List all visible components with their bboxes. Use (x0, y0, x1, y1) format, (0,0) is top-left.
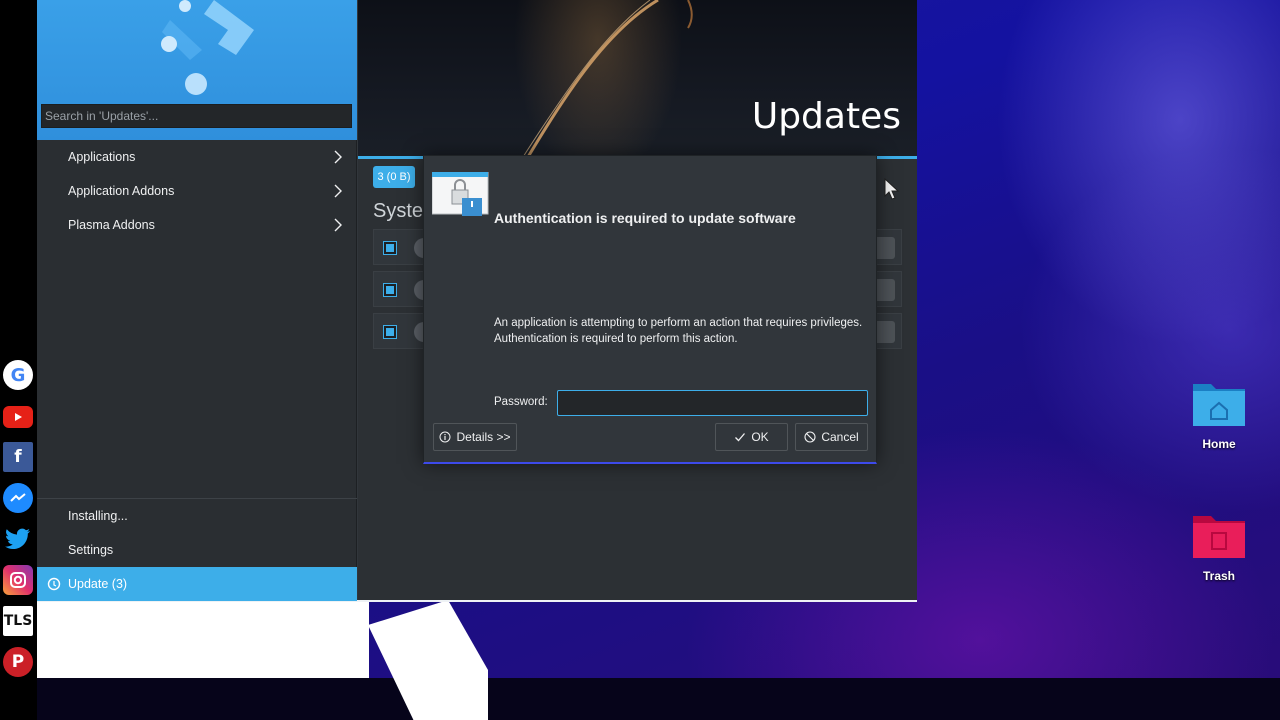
update-checkbox[interactable] (383, 325, 397, 339)
auth-dialog: Authentication is required to update sof… (423, 155, 877, 464)
desktop-icon-label: Trash (1202, 569, 1235, 583)
sidebar-item-label: Application Addons (68, 184, 175, 198)
page-title: Updates (751, 96, 901, 137)
twitter-icon[interactable] (3, 524, 33, 554)
cancel-button-label: Cancel (821, 430, 859, 444)
sidebar: Search in 'Updates'... Applications Appl… (37, 0, 357, 601)
password-field[interactable] (557, 390, 868, 416)
discover-logo-icon (161, 0, 254, 95)
mouse-cursor-icon (884, 178, 900, 200)
cancel-button[interactable]: Cancel (795, 423, 868, 451)
sidebar-item-label: Applications (68, 150, 136, 164)
desktop-icon-home[interactable]: Home (1179, 378, 1259, 451)
ok-button-label: OK (751, 430, 769, 444)
password-label: Password: (494, 396, 548, 408)
lock-icon (432, 172, 489, 216)
sidebar-item-settings[interactable]: Settings (37, 533, 357, 567)
chevron-right-icon (334, 184, 342, 198)
update-size-badge: 3 (0 B) (373, 166, 415, 188)
instagram-icon[interactable] (3, 565, 33, 595)
sidebar-item-application-addons[interactable]: Application Addons (37, 174, 357, 208)
chevron-right-icon (334, 218, 342, 232)
pinterest-icon[interactable]: P (3, 647, 33, 677)
sidebar-item-label: Settings (68, 543, 114, 557)
bottom-band (0, 678, 1280, 720)
update-checkbox[interactable] (383, 283, 397, 297)
youtube-icon[interactable] (3, 406, 33, 428)
white-diagonal-shape (368, 600, 488, 720)
search-input[interactable]: Search in 'Updates'... (41, 104, 352, 128)
update-checkbox[interactable] (383, 241, 397, 255)
messenger-icon[interactable] (3, 483, 33, 513)
info-icon (439, 431, 451, 443)
sidebar-item-update[interactable]: Update (3) (37, 567, 357, 601)
section-label: Syster (373, 200, 430, 222)
desktop-icon-trash[interactable]: Trash (1179, 510, 1259, 583)
google-icon[interactable]: G (3, 360, 33, 390)
check-icon (735, 433, 746, 442)
desktop-icon-label: Home (1202, 437, 1236, 451)
sidebar-item-label: Update (3) (68, 577, 128, 591)
details-button-label: Details >> (456, 430, 511, 444)
ok-button[interactable]: OK (715, 423, 788, 451)
sidebar-header: Search in 'Updates'... (37, 0, 357, 140)
facebook-icon[interactable]: f (3, 442, 33, 472)
dialog-title: Authentication is required to update sof… (494, 210, 796, 226)
home-folder-icon (1193, 384, 1245, 426)
trash-folder-icon (1193, 516, 1245, 558)
sidebar-item-plasma-addons[interactable]: Plasma Addons (37, 208, 357, 242)
tls-icon[interactable]: TLS (3, 606, 33, 636)
chevron-right-icon (334, 150, 342, 164)
sidebar-item-label: Installing... (68, 509, 128, 523)
sidebar-item-installing[interactable]: Installing... (37, 499, 357, 533)
update-icon (47, 577, 61, 591)
page-header: Updates (358, 0, 917, 157)
white-shape (37, 601, 369, 678)
sidebar-item-applications[interactable]: Applications (37, 140, 357, 174)
details-button[interactable]: Details >> (433, 423, 517, 451)
cancel-icon (804, 431, 816, 443)
sidebar-item-label: Plasma Addons (68, 218, 155, 232)
dialog-message: An application is attempting to perform … (494, 317, 863, 345)
